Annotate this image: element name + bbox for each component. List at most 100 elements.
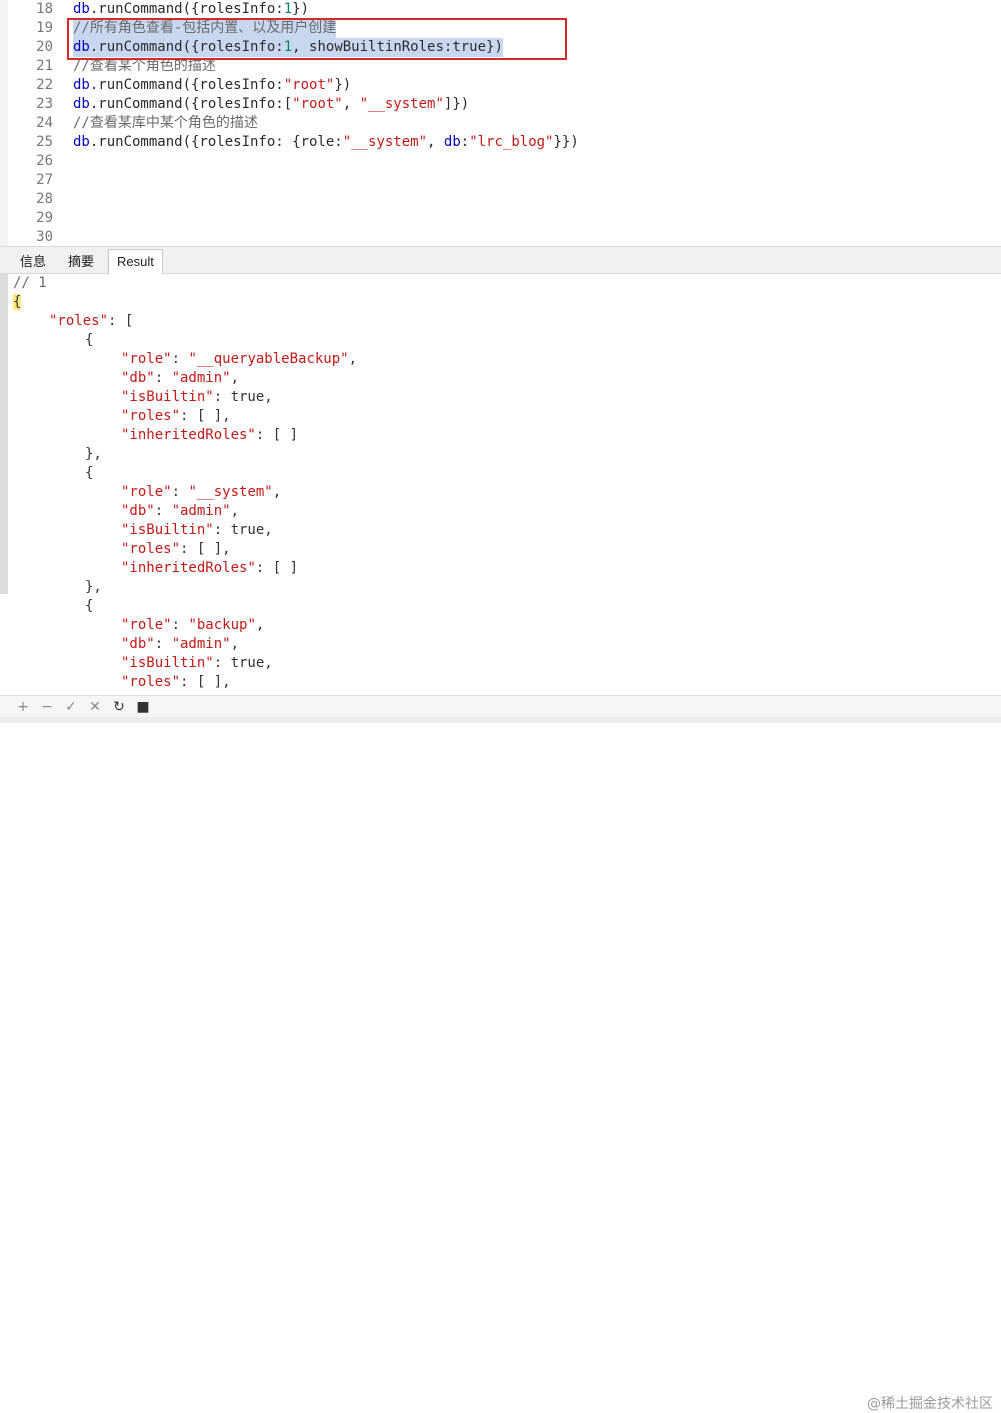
status-bar <box>0 717 1001 723</box>
code-token: .runCommand({rolesInfo: <box>89 77 284 93</box>
result-line: "db": "admin", <box>121 502 239 521</box>
result-token: : [ ] <box>255 427 299 443</box>
result-line: "isBuiltin": true, <box>121 521 273 540</box>
code-token: ]}) <box>443 96 470 112</box>
line-number: 30 <box>36 229 53 245</box>
code-token: , <box>342 96 360 112</box>
watermark: @稀土掘金技术社区 <box>867 1396 993 1412</box>
result-token: : [ <box>108 313 134 329</box>
result-token: : true, <box>213 389 273 405</box>
result-token: "admin" <box>171 370 231 386</box>
code-token: "__system" <box>359 96 444 112</box>
result-token: "inheritedRoles" <box>121 560 256 576</box>
line-number: 26 <box>36 153 53 169</box>
result-line: "roles": [ ], <box>121 673 231 692</box>
result-line: }, <box>85 578 102 597</box>
line-number: 29 <box>36 210 53 226</box>
code-token: db <box>73 77 90 93</box>
result-token: "__queryableBackup" <box>188 351 349 367</box>
result-token: "db" <box>121 370 155 386</box>
result-token: "__system" <box>188 484 273 500</box>
editor-line: 30 <box>0 228 1001 246</box>
add-icon[interactable]: + <box>12 696 34 718</box>
result-line: "roles": [ <box>49 312 133 331</box>
result-token: : <box>154 503 172 519</box>
code-token: "root" <box>292 96 343 112</box>
code-token: 1 <box>283 1 293 17</box>
result-token: "roles" <box>121 408 181 424</box>
code-token: "root" <box>283 77 335 93</box>
line-number: 25 <box>36 134 53 150</box>
result-token: "role" <box>121 351 172 367</box>
code-token: .runCommand({rolesInfo: <box>89 1 284 17</box>
editor-line: 28 <box>0 190 1001 209</box>
result-token: "admin" <box>171 636 231 652</box>
line-number: 19 <box>36 20 53 36</box>
result-token: : [ ] <box>255 560 299 576</box>
line-number: 20 <box>36 39 53 55</box>
result-token: , <box>230 370 240 386</box>
tab-result[interactable]: Result <box>108 249 163 274</box>
result-panel[interactable]: // 1{"roles": [{"role": "__queryableBack… <box>0 274 1001 695</box>
result-line: "role": "backup", <box>121 616 264 635</box>
code-token: "lrc_blog" <box>469 134 554 150</box>
code-token: db <box>443 134 461 150</box>
tab-info[interactable]: 信息 <box>12 250 54 274</box>
result-token: // 1 <box>13 275 47 291</box>
apply-icon[interactable]: ✓ <box>60 696 82 718</box>
stop-icon[interactable]: ■ <box>132 696 154 718</box>
line-number: 22 <box>36 77 53 93</box>
code-text: db.runCommand({rolesInfo:"root"}) <box>73 76 351 95</box>
code-token: }) <box>334 77 352 93</box>
code-token: db <box>73 1 90 17</box>
result-token: : <box>171 484 189 500</box>
editor-line: 26 <box>0 152 1001 171</box>
remove-icon[interactable]: − <box>36 696 58 718</box>
line-number: 23 <box>36 96 53 112</box>
query-editor[interactable]: 18 db.runCommand({rolesInfo:1}) 19//所有角色查看… <box>0 0 1001 246</box>
result-line: { <box>85 597 93 616</box>
result-token: { <box>85 465 94 481</box>
code-token: //查看某个角色的描述 <box>73 58 216 74</box>
result-token: "roles" <box>121 674 181 690</box>
line-number: 27 <box>36 172 53 188</box>
code-token: }) <box>292 1 310 17</box>
annotation-highlight-box <box>67 18 567 60</box>
result-token: "admin" <box>171 503 231 519</box>
result-token: "isBuiltin" <box>121 522 214 538</box>
result-token: : [ ], <box>180 541 231 557</box>
result-token: "isBuiltin" <box>121 655 214 671</box>
code-text: db.runCommand({rolesInfo: {role:"__syste… <box>73 133 579 152</box>
code-token: , <box>427 134 444 150</box>
code-text: db.runCommand({rolesInfo:1}) <box>73 0 309 19</box>
code-token: }}) <box>553 134 579 150</box>
result-line: "roles": [ ], <box>121 540 231 559</box>
result-token: : [ ], <box>180 674 231 690</box>
result-token: : true, <box>213 655 273 671</box>
code-token: .runCommand({rolesInfo:[ <box>89 96 293 112</box>
code-token: db <box>73 96 90 112</box>
result-line: { <box>85 331 93 350</box>
code-text: db.runCommand({rolesInfo:["root", "__sys… <box>73 95 469 114</box>
result-line: { <box>85 464 93 483</box>
result-line: "inheritedRoles": [ ] <box>121 559 298 578</box>
bottom-toolbar: + − ✓ ✕ ↻ ■ @稀土掘金技术社区 <box>0 695 1001 1412</box>
result-line: { <box>13 293 22 312</box>
code-token: "__system" <box>342 134 428 150</box>
vertical-scrollbar[interactable] <box>0 274 8 594</box>
code-token: : <box>460 134 470 150</box>
editor-line: 23 db.runCommand({rolesInfo:["root", "__s… <box>0 95 1001 114</box>
result-token: : <box>171 617 189 633</box>
code-token: db <box>73 134 90 150</box>
refresh-icon[interactable]: ↻ <box>108 696 130 718</box>
line-number: 28 <box>36 191 53 207</box>
tab-summary[interactable]: 摘要 <box>60 250 102 274</box>
result-token: }, <box>85 446 102 462</box>
editor-line: 29 <box>0 209 1001 228</box>
result-token: { <box>13 294 22 310</box>
result-line: "isBuiltin": true, <box>121 388 273 407</box>
result-token: : <box>154 370 172 386</box>
discard-icon[interactable]: ✕ <box>84 696 106 718</box>
result-line: "roles": [ ], <box>121 407 231 426</box>
result-token: , <box>230 503 240 519</box>
